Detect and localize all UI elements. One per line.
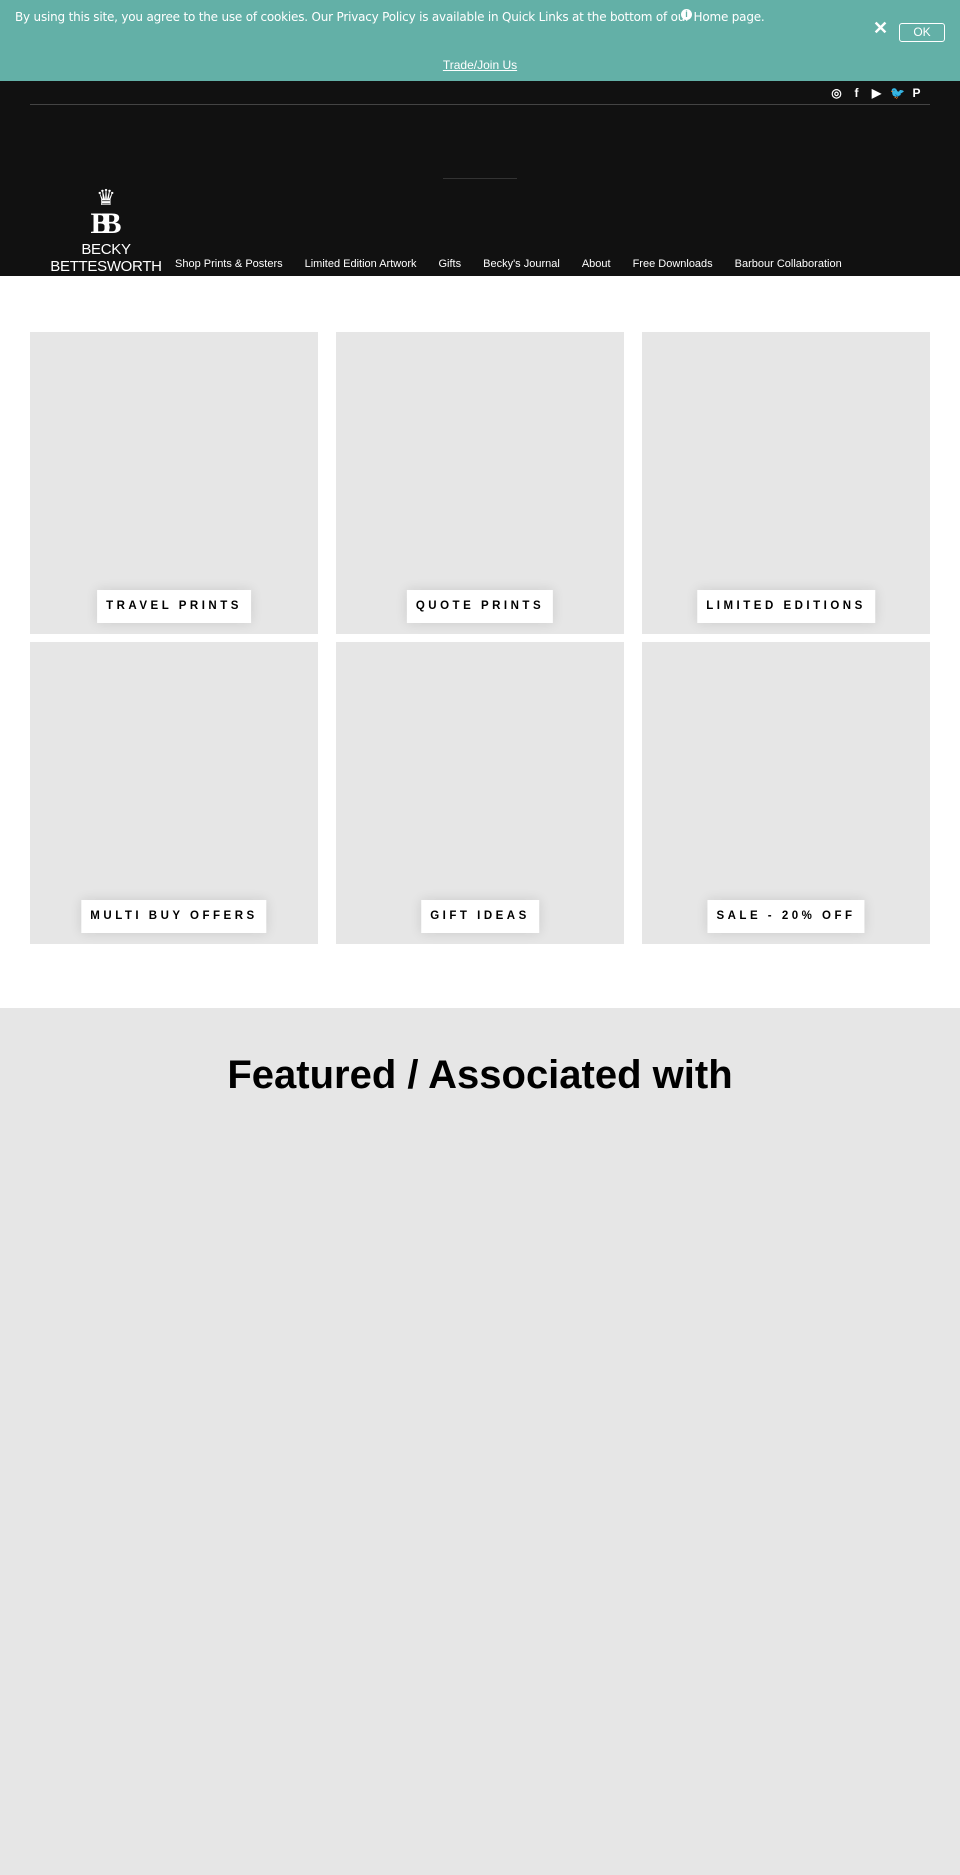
cookie-banner: By using this site, you agree to the use… (0, 0, 960, 81)
tile-limited-editions[interactable]: LIMITED EDITIONS (642, 332, 930, 634)
featured-title: Featured / Associated with (227, 1053, 733, 1097)
tile-multi-buy[interactable]: MULTI BUY OFFERS (30, 642, 318, 944)
logo[interactable]: ♛ BB BECKY BETTESWORTH (30, 185, 182, 276)
tile-label[interactable]: TRAVEL PRINTS (97, 590, 251, 623)
instagram-icon[interactable]: ◎ (830, 86, 843, 100)
cookie-message: By using this site, you agree to the use… (15, 10, 765, 24)
tile-gift-ideas[interactable]: GIFT IDEAS (336, 642, 624, 944)
trade-join-link[interactable]: Trade/Join Us (0, 58, 960, 72)
facebook-icon[interactable]: f (850, 86, 863, 100)
nav-journal[interactable]: Becky's Journal (483, 257, 560, 271)
tile-label[interactable]: MULTI BUY OFFERS (81, 900, 267, 933)
nav-shop-prints[interactable]: Shop Prints & Posters (175, 257, 283, 271)
tile-label[interactable]: LIMITED EDITIONS (697, 590, 875, 623)
logo-monogram: BB (90, 207, 121, 240)
nav-limited-edition[interactable]: Limited Edition Artwork (305, 257, 417, 271)
tile-label[interactable]: QUOTE PRINTS (406, 590, 554, 623)
nav-barbour[interactable]: Barbour Collaboration (735, 257, 842, 271)
social-links: ◎ f ▶ 🐦 P (830, 86, 923, 100)
pinterest-icon[interactable]: P (910, 86, 923, 100)
crown-icon: ♛ (96, 185, 116, 210)
tile-label[interactable]: SALE - 20% OFF (707, 900, 865, 933)
youtube-icon[interactable]: ▶ (870, 86, 883, 100)
nav-gifts[interactable]: Gifts (439, 257, 462, 271)
nav-free-downloads[interactable]: Free Downloads (633, 257, 713, 271)
close-icon[interactable]: ✕ (873, 18, 888, 39)
logo-name: BECKY BETTESWORTH (50, 241, 162, 275)
nav-about[interactable]: About (582, 257, 611, 271)
tile-sale[interactable]: SALE - 20% OFF (642, 642, 930, 944)
info-icon[interactable]: i (681, 9, 692, 20)
tile-quote-prints[interactable]: QUOTE PRINTS (336, 332, 624, 634)
tile-label[interactable]: GIFT IDEAS (421, 900, 539, 933)
divider (443, 178, 517, 179)
site-header: ◎ f ▶ 🐦 P ♛ BB BECKY BETTESWORTH Shop Pr… (0, 81, 960, 276)
divider (30, 104, 930, 105)
category-grid: TRAVEL PRINTS QUOTE PRINTS LIMITED EDITI… (30, 332, 930, 944)
twitter-icon[interactable]: 🐦 (890, 86, 905, 100)
main-nav: Shop Prints & Posters Limited Edition Ar… (175, 257, 842, 271)
featured-section: Featured / Associated with (0, 1008, 960, 1875)
tile-travel-prints[interactable]: TRAVEL PRINTS (30, 332, 318, 634)
ok-button[interactable]: OK (899, 23, 945, 42)
